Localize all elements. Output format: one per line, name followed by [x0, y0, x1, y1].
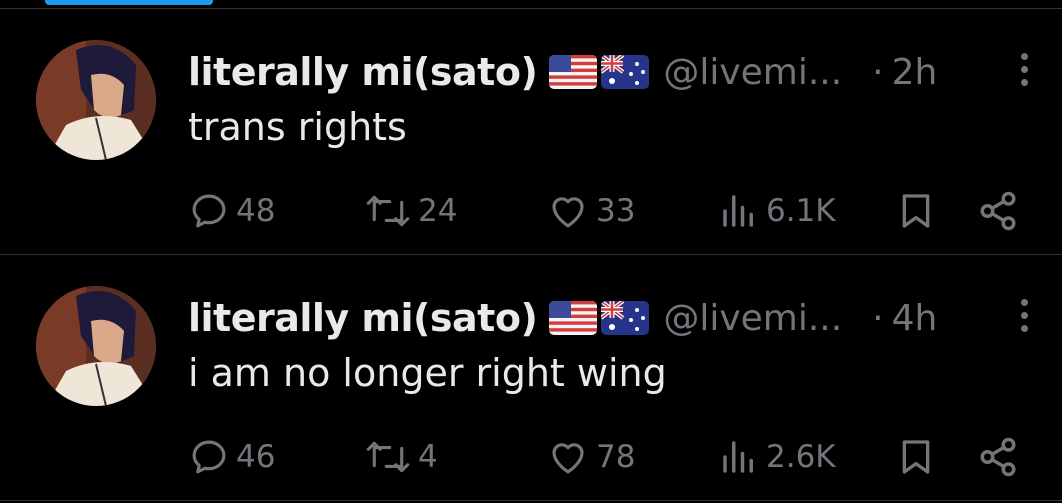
share-button[interactable]	[976, 433, 1020, 481]
display-name[interactable]: literally mi(sato)	[188, 50, 538, 94]
user-handle[interactable]: @livemi...	[663, 298, 842, 339]
repost-button[interactable]: 24	[364, 187, 457, 235]
avatar-image	[36, 286, 156, 406]
share-icon	[980, 437, 1016, 477]
views-button[interactable]: 6.1K	[718, 187, 836, 235]
tweet-text: i am no longer right wing	[188, 351, 667, 395]
flag-emojis	[549, 55, 650, 89]
bookmark-button[interactable]	[896, 187, 936, 235]
us-flag-icon	[549, 55, 598, 89]
reply-icon	[192, 194, 226, 228]
share-icon	[980, 191, 1016, 231]
share-button[interactable]	[976, 187, 1020, 235]
us-flag-icon	[549, 301, 598, 335]
au-flag-icon	[601, 301, 650, 335]
repost-count: 24	[418, 193, 458, 229]
more-options-icon[interactable]	[1014, 299, 1034, 337]
avatar-image	[36, 40, 156, 160]
repost-button[interactable]: 4	[364, 433, 438, 481]
heart-icon	[552, 197, 584, 228]
tweet[interactable]: literally mi(sato)	[0, 9, 1062, 254]
views-icon	[723, 441, 753, 473]
timestamp[interactable]: 2h	[892, 52, 938, 93]
reply-icon	[192, 440, 226, 474]
like-count: 78	[596, 439, 636, 475]
like-button[interactable]: 78	[546, 433, 635, 481]
user-handle[interactable]: @livemi...	[663, 52, 842, 93]
repost-icon	[366, 441, 410, 473]
repost-icon	[366, 195, 410, 227]
like-count: 33	[596, 193, 636, 229]
tweet-header: literally mi(sato)	[188, 47, 1048, 97]
tweet-actions: 46 4 78 2.6K	[188, 433, 1038, 481]
more-options-icon[interactable]	[1014, 53, 1034, 91]
repost-count: 4	[418, 439, 438, 475]
divider	[0, 500, 1062, 501]
bookmark-icon	[902, 194, 930, 228]
reply-button[interactable]: 48	[188, 187, 275, 235]
timeline: literally mi(sato) @livemi... · 2h trans…	[0, 0, 1062, 503]
reply-count: 48	[236, 193, 276, 229]
heart-icon	[552, 443, 584, 474]
flag-emojis	[549, 301, 650, 335]
reply-button[interactable]: 46	[188, 433, 275, 481]
separator-dot: ·	[872, 297, 884, 339]
timestamp[interactable]: 4h	[892, 298, 938, 339]
avatar[interactable]	[36, 40, 156, 160]
like-button[interactable]: 33	[546, 187, 635, 235]
avatar[interactable]	[36, 286, 156, 406]
display-name[interactable]: literally mi(sato)	[188, 296, 538, 340]
views-button[interactable]: 2.6K	[718, 433, 836, 481]
bookmark-button[interactable]	[896, 433, 936, 481]
views-icon	[723, 195, 753, 227]
view-count: 6.1K	[766, 193, 836, 229]
tweet-header: literally mi(sato)	[188, 293, 1048, 343]
tweet-actions: 48 24 33 6.1K	[188, 187, 1038, 235]
bookmark-icon	[902, 440, 930, 474]
tweet-text: trans rights	[188, 105, 407, 149]
view-count: 2.6K	[766, 439, 836, 475]
tweet[interactable]: literally mi(sato)	[0, 255, 1062, 500]
separator-dot: ·	[872, 51, 884, 93]
active-tab-indicator	[45, 0, 213, 5]
au-flag-icon	[601, 55, 650, 89]
reply-count: 46	[236, 439, 276, 475]
